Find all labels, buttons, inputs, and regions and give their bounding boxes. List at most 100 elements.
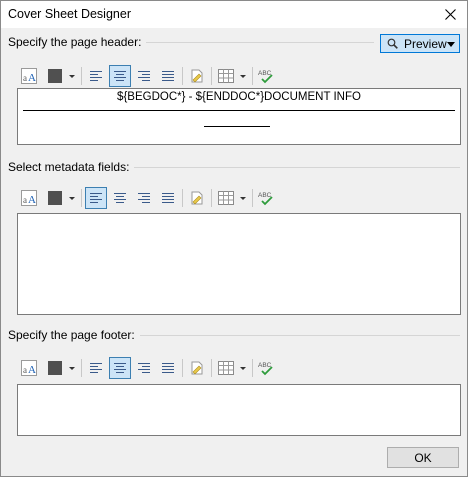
align-right-button[interactable] bbox=[133, 187, 155, 209]
footer-editor[interactable] bbox=[17, 384, 461, 436]
divider bbox=[146, 42, 374, 43]
insert-table-icon bbox=[218, 69, 234, 83]
divider bbox=[134, 167, 460, 168]
divider bbox=[81, 67, 82, 85]
window-title: Cover Sheet Designer bbox=[8, 7, 131, 21]
divider bbox=[139, 335, 460, 336]
insert-field-icon bbox=[191, 69, 203, 83]
metadata-editor[interactable] bbox=[17, 213, 461, 315]
insert-field-button[interactable] bbox=[186, 65, 208, 87]
header-legend: Specify the page header: bbox=[8, 35, 142, 49]
divider bbox=[211, 359, 212, 377]
text-color-icon bbox=[48, 191, 62, 205]
ok-button[interactable]: OK bbox=[387, 447, 459, 468]
text-color-button[interactable] bbox=[44, 187, 66, 209]
spell-check-icon: ABC bbox=[258, 70, 273, 84]
align-justify-button[interactable] bbox=[157, 357, 179, 379]
svg-text:a: a bbox=[23, 73, 27, 83]
align-center-button[interactable] bbox=[109, 65, 131, 87]
insert-field-button[interactable] bbox=[186, 187, 208, 209]
insert-field-icon bbox=[191, 191, 203, 205]
footer-section: Specify the page footer: aA ABC bbox=[8, 328, 461, 440]
insert-field-icon bbox=[191, 361, 203, 375]
insert-table-icon bbox=[218, 361, 234, 375]
insert-table-dropdown[interactable] bbox=[238, 187, 247, 209]
align-left-button[interactable] bbox=[85, 187, 107, 209]
close-icon bbox=[444, 9, 456, 20]
svg-text:ABC: ABC bbox=[258, 192, 272, 199]
align-justify-button[interactable] bbox=[157, 65, 179, 87]
horizontal-rule bbox=[23, 110, 455, 111]
insert-table-dropdown[interactable] bbox=[238, 357, 247, 379]
chevron-down-icon bbox=[68, 366, 75, 370]
text-color-dropdown[interactable] bbox=[67, 357, 76, 379]
text-color-button[interactable] bbox=[44, 65, 66, 87]
font-button[interactable]: aA bbox=[18, 65, 40, 87]
svg-text:a: a bbox=[23, 365, 27, 375]
svg-text:ABC: ABC bbox=[258, 70, 272, 77]
align-right-button[interactable] bbox=[133, 65, 155, 87]
insert-table-button[interactable] bbox=[215, 65, 237, 87]
spell-check-icon: ABC bbox=[258, 362, 273, 376]
align-center-button[interactable] bbox=[109, 357, 131, 379]
metadata-group-legend: Select metadata fields: bbox=[8, 160, 460, 174]
align-right-button[interactable] bbox=[133, 357, 155, 379]
preview-button[interactable]: Preview bbox=[380, 34, 460, 53]
insert-table-button[interactable] bbox=[215, 187, 237, 209]
align-left-icon bbox=[90, 193, 102, 203]
preview-label: Preview bbox=[404, 36, 447, 51]
spell-check-button[interactable]: ABC bbox=[256, 357, 278, 379]
metadata-legend: Select metadata fields: bbox=[8, 160, 130, 174]
divider bbox=[81, 359, 82, 377]
text-color-button[interactable] bbox=[44, 357, 66, 379]
font-icon: aA bbox=[21, 360, 37, 376]
font-icon: aA bbox=[21, 190, 37, 206]
chevron-down-icon bbox=[447, 42, 455, 47]
svg-text:A: A bbox=[28, 364, 36, 376]
svg-text:a: a bbox=[23, 195, 27, 205]
header-editor[interactable]: ${BEGDOC*} - ${ENDDOC*}DOCUMENT INFO bbox=[17, 88, 461, 145]
close-button[interactable] bbox=[433, 1, 467, 28]
divider bbox=[211, 67, 212, 85]
font-button[interactable]: aA bbox=[18, 187, 40, 209]
divider bbox=[252, 189, 253, 207]
align-justify-button[interactable] bbox=[157, 187, 179, 209]
horizontal-rule bbox=[204, 126, 270, 127]
align-left-button[interactable] bbox=[85, 65, 107, 87]
divider bbox=[182, 359, 183, 377]
align-justify-icon bbox=[162, 71, 174, 81]
text-color-icon bbox=[48, 69, 62, 83]
text-color-icon bbox=[48, 361, 62, 375]
align-right-icon bbox=[138, 363, 150, 373]
footer-toolbar: aA ABC bbox=[18, 357, 298, 379]
chevron-down-icon bbox=[239, 366, 246, 370]
align-justify-icon bbox=[162, 363, 174, 373]
text-color-dropdown[interactable] bbox=[67, 65, 76, 87]
insert-field-button[interactable] bbox=[186, 357, 208, 379]
divider bbox=[81, 189, 82, 207]
insert-table-dropdown[interactable] bbox=[238, 65, 247, 87]
align-right-icon bbox=[138, 71, 150, 81]
spell-check-button[interactable]: ABC bbox=[256, 187, 278, 209]
font-button[interactable]: aA bbox=[18, 357, 40, 379]
chevron-down-icon bbox=[68, 196, 75, 200]
header-toolbar: aA ABC bbox=[18, 65, 298, 87]
align-center-button[interactable] bbox=[109, 187, 131, 209]
header-group-legend: Specify the page header: bbox=[8, 35, 374, 49]
align-right-icon bbox=[138, 193, 150, 203]
spell-check-button[interactable]: ABC bbox=[256, 65, 278, 87]
chevron-down-icon bbox=[239, 196, 246, 200]
insert-table-button[interactable] bbox=[215, 357, 237, 379]
align-center-icon bbox=[114, 71, 126, 81]
align-left-button[interactable] bbox=[85, 357, 107, 379]
text-color-dropdown[interactable] bbox=[67, 187, 76, 209]
chevron-down-icon bbox=[68, 74, 75, 78]
divider bbox=[182, 189, 183, 207]
divider bbox=[252, 359, 253, 377]
magnifier-icon bbox=[387, 38, 398, 49]
metadata-toolbar: aA ABC bbox=[18, 187, 298, 209]
font-icon: aA bbox=[21, 68, 37, 84]
align-center-icon bbox=[114, 363, 126, 373]
chevron-down-icon bbox=[239, 74, 246, 78]
svg-text:A: A bbox=[28, 194, 36, 206]
